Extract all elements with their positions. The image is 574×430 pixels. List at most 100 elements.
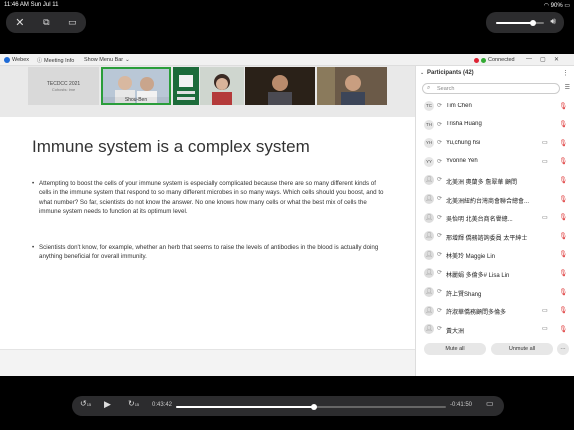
muted-microphone-icon[interactable]: 🎙︎ <box>559 325 567 333</box>
camera-icon: ▭ <box>542 326 548 333</box>
video-strip: TECDCC 2021 Cohosts: ime Shou-Ben <box>0 66 415 117</box>
muted-microphone-icon[interactable]: 🎙︎ <box>559 213 567 221</box>
device-icon: ⟳ <box>437 158 443 165</box>
scrub-progress <box>176 405 314 408</box>
video-top-controls: ✕ ⧉ ▭ <box>6 12 86 33</box>
device-icon: ⟳ <box>437 251 443 258</box>
device-icon: ⟳ <box>437 326 443 333</box>
bullet-dot-icon: • <box>32 180 35 187</box>
participant-row[interactable]: 👤︎ ⟳ 許上賢Shang 🎙︎ <box>416 283 574 302</box>
volume-fill <box>496 22 534 24</box>
participant-row[interactable]: YY ⟳ Yvonne Yeh ▭ 🎙︎ <box>416 153 574 172</box>
close-icon[interactable]: ✕ <box>15 16 24 29</box>
video-tile-3[interactable] <box>173 67 199 105</box>
muted-microphone-icon[interactable]: 🎙︎ <box>559 250 567 258</box>
video-tile-6[interactable] <box>317 67 387 105</box>
meeting-info-menu[interactable]: ⓘ Meeting Info <box>37 57 75 65</box>
elapsed-time: 0:43:42 <box>152 402 173 408</box>
participant-name: 北美洲紐約台灣商會聯合總會... <box>446 198 530 205</box>
scrub-bar[interactable] <box>176 403 446 410</box>
webex-logo-icon <box>4 57 10 63</box>
participant-name: Tim Chen <box>446 102 472 109</box>
participant-row[interactable]: 👤︎ ⟳ 許淑華僑務顧問多倫多 ▭ 🎙︎ <box>416 302 574 321</box>
skip-forward-icon[interactable]: ↻15 <box>128 399 139 408</box>
app-name: Webex <box>12 57 30 63</box>
airplay-icon[interactable]: ▭ <box>68 17 77 28</box>
avatar-placeholder-icon: 👤︎ <box>424 212 434 223</box>
skip-forward-seconds: 15 <box>134 402 140 407</box>
menu-bar: Webex ⓘ Meeting Info Show Menu Bar ⌄ Con… <box>0 54 574 66</box>
avatar-placeholder-icon: 👤︎ <box>424 249 434 260</box>
sort-icon[interactable]: ☰ <box>565 84 570 91</box>
maximize-icon[interactable]: ▢ <box>540 56 546 63</box>
avatar-placeholder-icon: 👤︎ <box>424 305 434 316</box>
muted-microphone-icon[interactable]: 🎙︎ <box>559 306 567 314</box>
participants-title: Participants (42) <box>427 70 474 76</box>
close-window-icon[interactable]: ✕ <box>554 56 559 63</box>
participant-row[interactable]: 👤︎ ⟳ 邢增輝 僑務諮詢委員 太平紳士 🎙︎ <box>416 227 574 246</box>
video-tile-shou-ben[interactable]: Shou-Ben <box>101 67 171 105</box>
device-icon: ⟳ <box>437 196 443 202</box>
volume-track[interactable] <box>496 20 544 26</box>
device-icon: ⟳ <box>437 270 443 277</box>
participant-row[interactable]: 👤︎ ⟳ 林美玲 Maggie Lin 🎙︎ <box>416 246 574 265</box>
participant-row[interactable]: 👤︎ ⟳ 北美洲 奧蘭多 詹翠華 顧問 🎙︎ <box>416 171 574 190</box>
participant-row[interactable]: 👤︎ ⟳ 北美洲紐約台灣商會聯合總會... 🎙︎ <box>416 190 574 209</box>
participant-video-2 <box>173 67 199 105</box>
muted-microphone-icon[interactable]: 🎙︎ <box>559 269 567 277</box>
participant-avatar: YY <box>424 156 434 167</box>
meeting-info-label: Meeting Info <box>44 57 75 64</box>
muted-microphone-icon[interactable]: 🎙︎ <box>559 195 567 203</box>
unmute-all-button[interactable]: Unmute all <box>491 343 553 355</box>
video-player-controls: ↺15 ▶ ↻15 0:43:42 -0:41:50 ▭ <box>72 396 504 416</box>
volume-control[interactable]: 🔊︎ <box>486 12 564 33</box>
participant-avatar: TC <box>424 101 434 111</box>
participant-video-3 <box>200 67 244 105</box>
scrub-knob[interactable] <box>310 403 317 410</box>
connection-status: Connected <box>474 57 515 63</box>
recording-icon <box>474 57 479 63</box>
camera-icon: ▭ <box>542 158 548 165</box>
participant-row[interactable]: 👤︎ ⟳ 黃大洲 ▭ 🎙︎ <box>416 320 574 339</box>
participant-search-input[interactable]: ⌕ Search <box>422 83 560 94</box>
minimize-icon[interactable]: — <box>526 56 532 62</box>
muted-microphone-icon[interactable]: 🎙︎ <box>559 232 567 240</box>
muted-microphone-icon[interactable]: 🎙︎ <box>559 157 567 165</box>
mute-all-button[interactable]: Mute all <box>424 343 486 355</box>
webex-window: Webex ⓘ Meeting Info Show Menu Bar ⌄ Con… <box>0 54 574 376</box>
more-actions-button[interactable]: ··· <box>557 343 569 355</box>
more-options-icon[interactable]: ⋮ <box>562 69 569 77</box>
video-tile-4[interactable] <box>200 67 244 105</box>
participant-avatar: YH <box>424 138 434 149</box>
volume-knob[interactable] <box>530 20 537 26</box>
participant-row[interactable]: 👤︎ ⟳ 林麗娟 多倫多# Lisa Lin 🎙︎ <box>416 264 574 283</box>
collapse-chevron-icon[interactable]: ⌄ <box>420 70 424 76</box>
muted-microphone-icon[interactable]: 🎙︎ <box>559 288 567 296</box>
muted-microphone-icon[interactable]: 🎙︎ <box>559 176 567 184</box>
participant-row[interactable]: TC ⟳ Tim Chen 🎙︎ <box>416 97 574 116</box>
muted-microphone-icon[interactable]: 🎙︎ <box>559 102 567 110</box>
device-icon: ⟳ <box>437 289 443 295</box>
airplay-video-icon[interactable]: ▭ <box>486 399 494 408</box>
tile-name-label: Shou-Ben <box>103 97 169 103</box>
video-tile-host[interactable]: TECDCC 2021 Cohosts: ime <box>28 67 99 105</box>
muted-microphone-icon[interactable]: 🎙︎ <box>559 120 567 128</box>
avatar-placeholder-icon: 👤︎ <box>424 324 434 335</box>
participant-row[interactable]: TH ⟳ Trisha Huang 🎙︎ <box>416 116 574 135</box>
participant-row[interactable]: YH ⟳ Yu,chung hsi ▭ 🎙︎ <box>416 134 574 153</box>
participant-name: 邢增輝 僑務諮詢委員 太平紳士 <box>446 235 528 242</box>
video-tile-5[interactable] <box>245 67 315 105</box>
speaker-icon: 🔊︎ <box>550 16 556 26</box>
skip-back-icon[interactable]: ↺15 <box>80 399 91 408</box>
status-time-date: 11:46 AM Sun Jul 11 <box>4 2 59 8</box>
info-icon: ⓘ <box>37 58 43 64</box>
participant-row[interactable]: 👤︎ ⟳ 吳怡明 北美台商名譽總... ▭ 🎙︎ <box>416 209 574 228</box>
avatar-placeholder-icon: 👤︎ <box>424 268 434 279</box>
muted-microphone-icon[interactable]: 🎙︎ <box>559 139 567 147</box>
show-menu-bar-button[interactable]: Show Menu Bar ⌄ <box>84 57 130 63</box>
device-icon: ⟳ <box>437 307 443 314</box>
participant-name: Yvonne Yeh <box>446 158 478 165</box>
play-icon[interactable]: ▶ <box>104 399 111 410</box>
picture-in-picture-icon[interactable]: ⧉ <box>43 17 49 28</box>
app-menu[interactable]: Webex <box>4 57 29 63</box>
